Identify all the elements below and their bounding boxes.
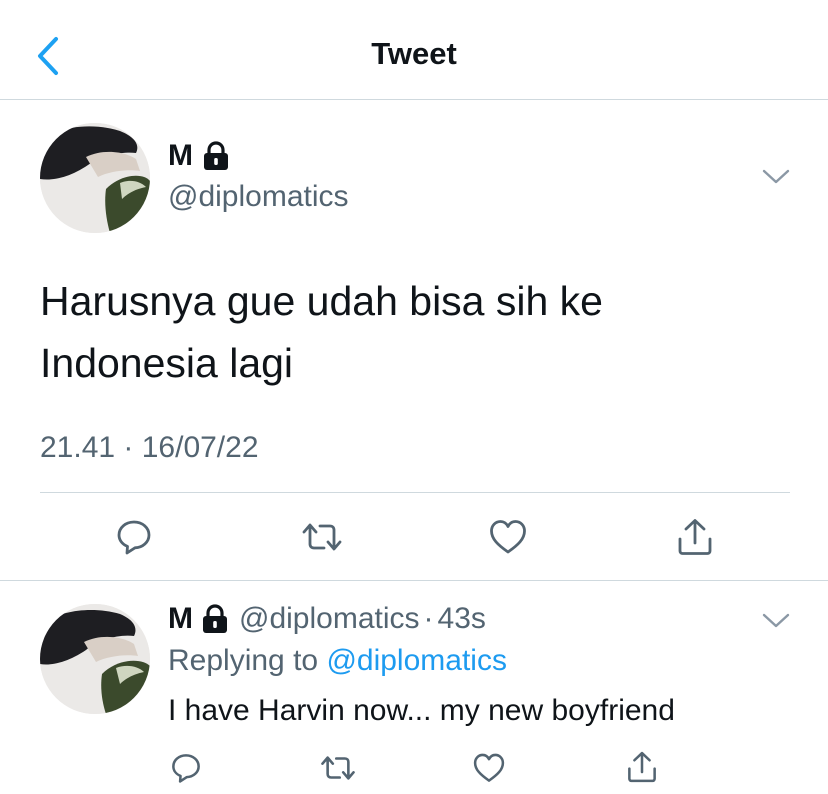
divider bbox=[0, 580, 828, 581]
tweet-menu-button[interactable] bbox=[758, 162, 794, 192]
like-icon bbox=[473, 753, 505, 782]
page-title: Tweet bbox=[371, 36, 457, 71]
like-button[interactable] bbox=[486, 515, 530, 559]
retweet-button[interactable] bbox=[299, 515, 345, 559]
replying-prefix: Replying to bbox=[168, 644, 319, 677]
author-row: M bbox=[168, 139, 230, 173]
reply-icon bbox=[172, 754, 200, 783]
avatar[interactable] bbox=[40, 604, 150, 714]
reply-time[interactable]: 43s bbox=[438, 602, 486, 636]
author-handle[interactable]: @diplomatics bbox=[239, 602, 420, 636]
lock-icon bbox=[201, 604, 229, 634]
navigation-bar: Tweet bbox=[0, 0, 828, 100]
avatar[interactable] bbox=[40, 123, 150, 233]
like-button[interactable] bbox=[469, 750, 509, 786]
divider bbox=[40, 492, 790, 493]
tweet-text: Harusnya gue udah bisa sih ke Indonesia … bbox=[40, 270, 780, 394]
share-icon bbox=[678, 519, 712, 555]
chevron-down-icon bbox=[762, 169, 790, 184]
separator-dot: · bbox=[423, 602, 434, 635]
retweet-button[interactable] bbox=[317, 750, 359, 786]
reply-text: I have Harvin now... my new boyfriend bbox=[168, 694, 675, 727]
tweet-text-line: Harusnya gue udah bisa sih ke bbox=[40, 278, 603, 324]
share-icon bbox=[628, 751, 656, 783]
tweet-text-line: Indonesia lagi bbox=[40, 340, 294, 386]
share-button[interactable] bbox=[622, 748, 662, 786]
like-icon bbox=[490, 520, 526, 554]
author-handle[interactable]: @diplomatics bbox=[168, 180, 349, 214]
mention-link[interactable]: @diplomatics bbox=[326, 644, 507, 677]
tweet-timestamp[interactable]: 21.41 · 16/07/22 bbox=[40, 431, 259, 465]
share-button[interactable] bbox=[673, 515, 717, 559]
reply-button[interactable] bbox=[166, 750, 206, 786]
reply-menu-button[interactable] bbox=[758, 606, 794, 636]
reply-action-bar bbox=[0, 748, 828, 788]
retweet-icon bbox=[302, 523, 342, 551]
author-name[interactable]: M bbox=[168, 602, 193, 636]
retweet-icon bbox=[321, 756, 355, 780]
lock-icon bbox=[202, 141, 230, 171]
reply-author-row: M @diplomatics · 43s bbox=[168, 602, 486, 636]
tweet-action-bar bbox=[0, 515, 828, 561]
reply-icon bbox=[117, 520, 151, 555]
chevron-down-icon bbox=[762, 613, 790, 628]
replying-to-line: Replying to @diplomatics bbox=[168, 644, 507, 678]
reply-button[interactable] bbox=[112, 515, 156, 559]
author-name[interactable]: M bbox=[168, 139, 194, 173]
